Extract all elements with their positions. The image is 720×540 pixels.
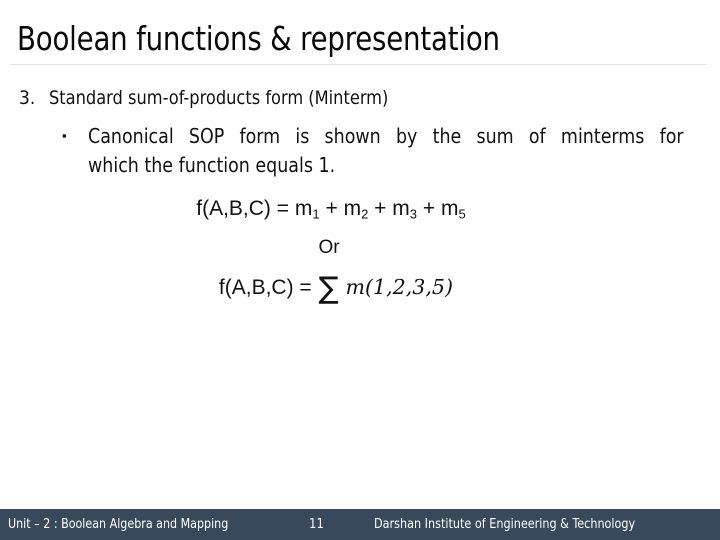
equation1-term4-subscript: 5 — [458, 206, 466, 222]
sub-bullet-line-1: Canonical SOP form is shown by the sum o… — [88, 124, 684, 148]
title-divider — [10, 64, 706, 65]
numbered-list-item: 3. Standard sum-of-products form (Minter… — [19, 86, 709, 111]
footer-institute-label: Darshan Institute of Engineering & Techn… — [374, 517, 636, 532]
slide: Boolean functions & representation 3. St… — [0, 0, 720, 540]
equation1-op3: + — [422, 197, 436, 220]
list-item-text: Standard sum-of-products form (Minterm) — [49, 87, 389, 109]
square-bullet-icon: ▪ — [62, 128, 67, 143]
summation-sigma-icon: ∑ — [318, 270, 339, 306]
equation1-term1-subscript: 1 — [312, 206, 320, 222]
sub-bullet-text: Canonical SOP form is shown by the sum o… — [88, 122, 684, 180]
equation-block: f(A,B,C) = m1 + m2 + m3 + m5 Or f(A,B,C)… — [0, 196, 720, 303]
sub-bullet-line-2: which the function equals 1. — [88, 153, 336, 177]
footer-unit-label: Unit – 2 : Boolean Algebra and Mapping — [8, 517, 229, 532]
page-title: Boolean functions & representation — [17, 19, 500, 58]
equation1-op2: + — [374, 197, 387, 220]
equation1-op1: + — [325, 197, 338, 220]
equation1-term2: m — [343, 197, 362, 220]
footer-page-number: 11 — [309, 517, 324, 532]
equation1-term1: m — [294, 197, 313, 220]
equation-connector-or: Or — [318, 237, 340, 258]
list-number-marker: 3. — [19, 87, 36, 109]
equation1-term4: m — [440, 197, 459, 220]
equation1-lhs: f(A,B,C) = — [196, 197, 290, 220]
sub-bullet-item: ▪ Canonical SOP form is shown by the sum… — [62, 122, 702, 180]
equation1-term3: m — [392, 197, 410, 220]
equation-minterm-sum: f(A,B,C) = m1 + m2 + m3 + m5 — [0, 196, 720, 222]
equation2-args: (1,2,3,5) — [365, 275, 454, 299]
equation-sigma-notation: f(A,B,C) = ∑ m(1,2,3,5) — [0, 273, 720, 303]
equation2-lhs: f(A,B,C) = — [218, 276, 312, 299]
equation2-function: m — [345, 275, 365, 299]
equation1-term3-subscript: 3 — [409, 206, 418, 222]
